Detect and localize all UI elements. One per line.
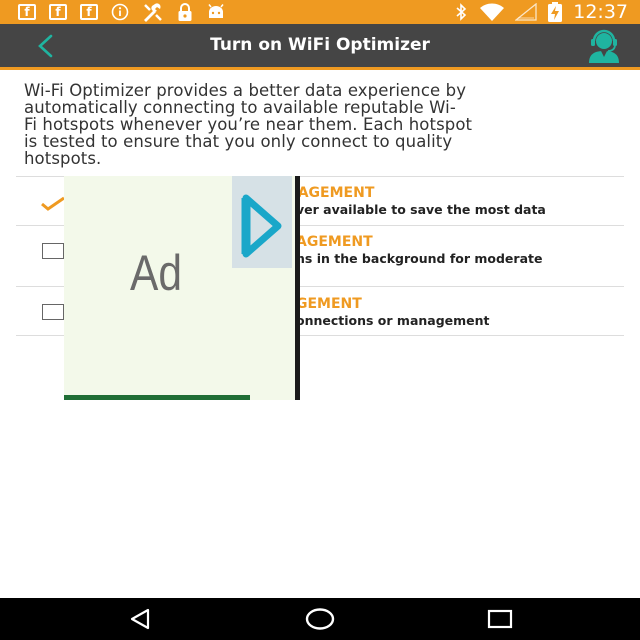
intro-line: automatically connecting to available re…: [24, 98, 456, 117]
option-description: onnections or management: [296, 313, 490, 328]
option-description: ns in the background for moderate: [296, 251, 543, 266]
tools-icon: [142, 2, 164, 22]
support-button[interactable]: [584, 29, 624, 63]
android-icon: [206, 4, 226, 20]
navigation-bar: [0, 598, 640, 640]
play-icon: [241, 194, 282, 258]
status-bar: f f f 12:37: [0, 0, 640, 24]
support-agent-icon: [589, 29, 619, 63]
nav-home-icon: [305, 608, 335, 630]
intro-line: Fi hotspots whenever you’re near them. E…: [24, 115, 473, 134]
intro-line: hotspots.: [24, 149, 102, 168]
facebook-icon: f: [80, 4, 98, 20]
ad-label: Ad: [130, 245, 182, 301]
nav-recents-button[interactable]: [480, 604, 520, 634]
ad-border: [295, 176, 300, 400]
intro-line: is tested to ensure that you only connec…: [24, 132, 453, 151]
page-title: Turn on WiFi Optimizer: [210, 35, 430, 55]
option-title: AGEMENT: [296, 234, 373, 250]
option-title: GEMENT: [296, 296, 362, 312]
option-checkbox[interactable]: [42, 243, 64, 259]
app-bar: Turn on WiFi Optimizer: [0, 24, 640, 70]
no-signal-icon: [515, 3, 537, 21]
nav-recents-icon: [487, 609, 513, 629]
option-description: ver available to save the most data: [296, 202, 546, 217]
info-icon: [111, 3, 129, 21]
nav-home-button[interactable]: [300, 604, 340, 634]
intro-text: Wi-Fi Optimizer provides a better data e…: [24, 82, 624, 167]
system-icons: 12:37: [455, 0, 640, 24]
checkmark-icon: [41, 196, 65, 211]
back-arrow-icon: [38, 34, 53, 58]
notification-icons: f f f: [18, 2, 239, 22]
lock-icon: [177, 2, 193, 22]
ad-bar: [64, 395, 250, 400]
screen: f f f 12:37 Turn on WiFi Optimizer Wi-Fi…: [0, 0, 640, 640]
back-button[interactable]: [32, 33, 58, 59]
bluetooth-icon: [455, 3, 467, 21]
ad-banner[interactable]: Ad: [64, 176, 300, 400]
facebook-icon: f: [49, 4, 67, 20]
clock: 12:37: [573, 1, 628, 23]
wifi-icon: [479, 3, 505, 21]
nav-back-button[interactable]: [120, 604, 160, 634]
adchoices-tab[interactable]: [232, 176, 292, 268]
facebook-icon: f: [18, 4, 36, 20]
intro-line: Wi-Fi Optimizer provides a better data e…: [24, 81, 467, 100]
battery-charging-icon: [547, 2, 563, 22]
option-checkbox[interactable]: [42, 304, 64, 320]
nav-back-icon: [130, 608, 150, 630]
